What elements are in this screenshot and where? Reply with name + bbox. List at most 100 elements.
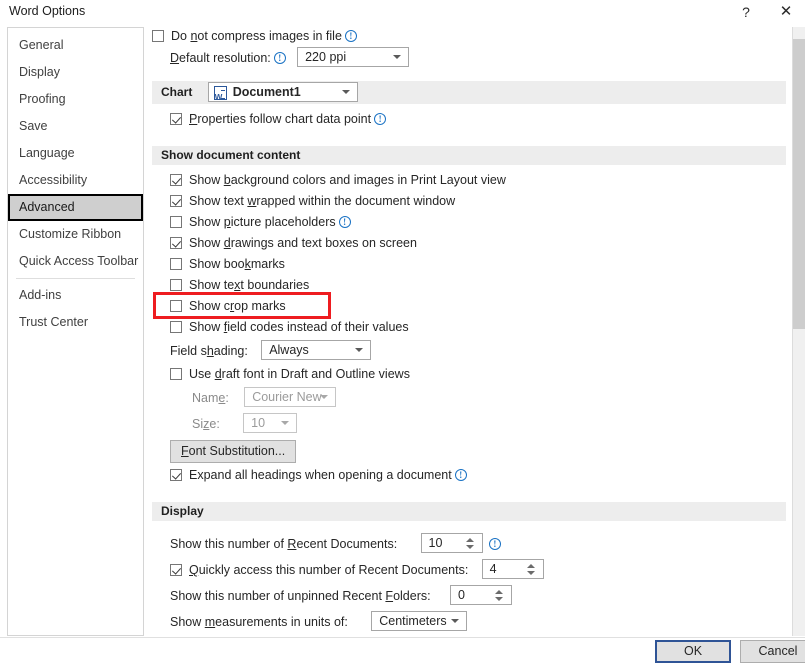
quick-access-label: Quickly access this number of Recent Doc… [189, 563, 469, 577]
show-picture-placeholders-checkbox[interactable] [170, 216, 182, 228]
option-show-crop-marks[interactable]: Show crop marks [152, 296, 786, 317]
chevron-down-icon [393, 55, 402, 59]
close-icon[interactable]: ✕ [775, 2, 797, 22]
sidebar-item-display[interactable]: Display [8, 59, 143, 86]
show-text-boundaries-checkbox[interactable] [170, 279, 182, 291]
option-show-text-wrapped[interactable]: Show text wrapped within the document wi… [152, 191, 786, 212]
recent-documents-spinner[interactable]: 10 [420, 533, 483, 553]
sidebar-item-trust-center[interactable]: Trust Center [8, 309, 143, 336]
option-show-text-boundaries[interactable]: Show text boundaries [152, 275, 786, 296]
option-expand-all-headings[interactable]: Expand all headings when opening a docum… [152, 465, 786, 486]
draft-font-size-combo[interactable]: 10 [243, 413, 298, 433]
sidebar-item-customize-ribbon[interactable]: Customize Ribbon [8, 221, 143, 248]
properties-follow-chart-label: Properties follow chart data point [189, 112, 372, 126]
spinner-down-icon[interactable] [494, 597, 503, 601]
spinner-up-icon[interactable] [526, 564, 535, 568]
chevron-down-icon [320, 395, 329, 399]
info-icon[interactable]: ! [454, 469, 467, 481]
do-not-compress-checkbox[interactable] [152, 30, 164, 42]
spinner-up-icon[interactable] [494, 590, 503, 594]
option-quick-access-recent-documents[interactable]: Quickly access this number of Recent Doc… [152, 557, 786, 583]
info-icon[interactable]: ! [338, 216, 351, 228]
spinner-up-icon[interactable] [465, 538, 474, 542]
quick-access-spinner[interactable]: 4 [481, 559, 544, 579]
content-scrollbar[interactable] [792, 27, 805, 636]
show-field-codes-checkbox[interactable] [170, 321, 182, 333]
default-resolution-value: 220 ppi [305, 50, 347, 64]
info-icon[interactable]: ! [344, 30, 357, 42]
help-icon[interactable]: ? [735, 2, 757, 22]
option-properties-follow-chart[interactable]: Properties follow chart data point! [152, 109, 786, 130]
show-field-codes-label: Show field codes instead of their values [189, 320, 409, 334]
measurement-units-combo[interactable]: Centimeters [371, 611, 468, 631]
font-substitution-button[interactable]: Font Substitution... [170, 440, 297, 463]
use-draft-font-checkbox[interactable] [170, 368, 182, 380]
option-field-shading: Field shading: Always [152, 338, 786, 364]
default-resolution-combo[interactable]: 220 ppi [297, 47, 410, 67]
options-content-panel: Do not compress images in file! Default … [152, 27, 798, 636]
show-drawings-checkbox[interactable] [170, 237, 182, 249]
info-icon[interactable]: ! [273, 52, 286, 64]
sidebar-item-language[interactable]: Language [8, 140, 143, 167]
option-recent-documents: Show this number of Recent Documents: 10… [152, 531, 786, 557]
option-do-not-compress-images[interactable]: Do not compress images in file! [152, 27, 786, 45]
show-drawings-label: Show drawings and text boxes on screen [189, 236, 417, 250]
option-show-field-codes[interactable]: Show field codes instead of their values [152, 317, 786, 338]
scrollbar-thumb[interactable] [793, 39, 805, 329]
chart-document-combo[interactable]: Document1 [207, 82, 358, 109]
option-default-resolution: Default resolution:! 220 ppi [152, 45, 786, 71]
sidebar-divider [16, 278, 135, 279]
sidebar: General Display Proofing Save Language A… [7, 27, 144, 636]
draft-font-size-label: Size: [192, 417, 220, 431]
unpinned-folders-label: Show this number of unpinned Recent Fold… [170, 589, 431, 603]
field-shading-combo[interactable]: Always [261, 340, 372, 360]
info-icon[interactable]: ! [374, 113, 387, 125]
option-show-drawings[interactable]: Show drawings and text boxes on screen [152, 233, 786, 254]
scrollbar-up-arrow[interactable] [793, 27, 805, 39]
cancel-button[interactable]: Cancel [740, 640, 805, 663]
title-bar: Word Options ? ✕ [0, 0, 805, 26]
properties-follow-chart-checkbox[interactable] [170, 113, 182, 125]
section-header-chart: Chart Document1 [152, 81, 786, 109]
show-bookmarks-checkbox[interactable] [170, 258, 182, 270]
show-crop-marks-label: Show crop marks [189, 299, 286, 313]
sidebar-item-general[interactable]: General [8, 32, 143, 59]
option-show-background-colors[interactable]: Show background colors and images in Pri… [152, 170, 786, 191]
spinner-down-icon[interactable] [465, 545, 474, 549]
option-draft-font-name: Name: Courier New [152, 385, 786, 411]
spinner-down-icon[interactable] [526, 571, 535, 575]
option-draft-font-size: Size: 10 [152, 411, 786, 437]
draft-font-name-combo[interactable]: Courier New [244, 387, 337, 407]
sidebar-item-add-ins[interactable]: Add-ins [8, 282, 143, 309]
ok-button[interactable]: OK [655, 640, 731, 663]
sidebar-item-advanced[interactable]: Advanced [8, 194, 143, 221]
window-title: Word Options [9, 4, 86, 18]
expand-all-headings-label: Expand all headings when opening a docum… [189, 468, 452, 482]
option-use-draft-font[interactable]: Use draft font in Draft and Outline view… [152, 364, 786, 385]
option-show-bookmarks[interactable]: Show bookmarks [152, 254, 786, 275]
show-text-wrapped-label: Show text wrapped within the document wi… [189, 194, 456, 208]
sidebar-item-quick-access-toolbar[interactable]: Quick Access Toolbar [8, 248, 143, 275]
scrollbar-down-arrow[interactable] [793, 624, 805, 636]
quick-access-checkbox[interactable] [170, 564, 182, 576]
option-unpinned-recent-folders: Show this number of unpinned Recent Fold… [152, 583, 786, 609]
chart-document-value: Document1 [232, 85, 301, 99]
sidebar-item-save[interactable]: Save [8, 113, 143, 140]
option-show-picture-placeholders[interactable]: Show picture placeholders! [152, 212, 786, 233]
do-not-compress-label: Do not compress images in file [171, 29, 342, 43]
expand-all-headings-checkbox[interactable] [170, 469, 182, 481]
show-text-wrapped-checkbox[interactable] [170, 195, 182, 207]
field-shading-label: Field shading: [170, 344, 248, 358]
unpinned-folders-spinner[interactable]: 0 [449, 585, 512, 605]
field-shading-value: Always [269, 343, 309, 357]
sidebar-item-accessibility[interactable]: Accessibility [8, 167, 143, 194]
info-icon[interactable]: ! [488, 538, 501, 550]
chart-header-label: Chart [161, 85, 193, 99]
sidebar-item-proofing[interactable]: Proofing [8, 86, 143, 113]
recent-documents-value: 10 [428, 536, 443, 550]
show-background-colors-checkbox[interactable] [170, 174, 182, 186]
unpinned-folders-value: 0 [457, 588, 465, 602]
show-crop-marks-checkbox[interactable] [170, 300, 182, 312]
